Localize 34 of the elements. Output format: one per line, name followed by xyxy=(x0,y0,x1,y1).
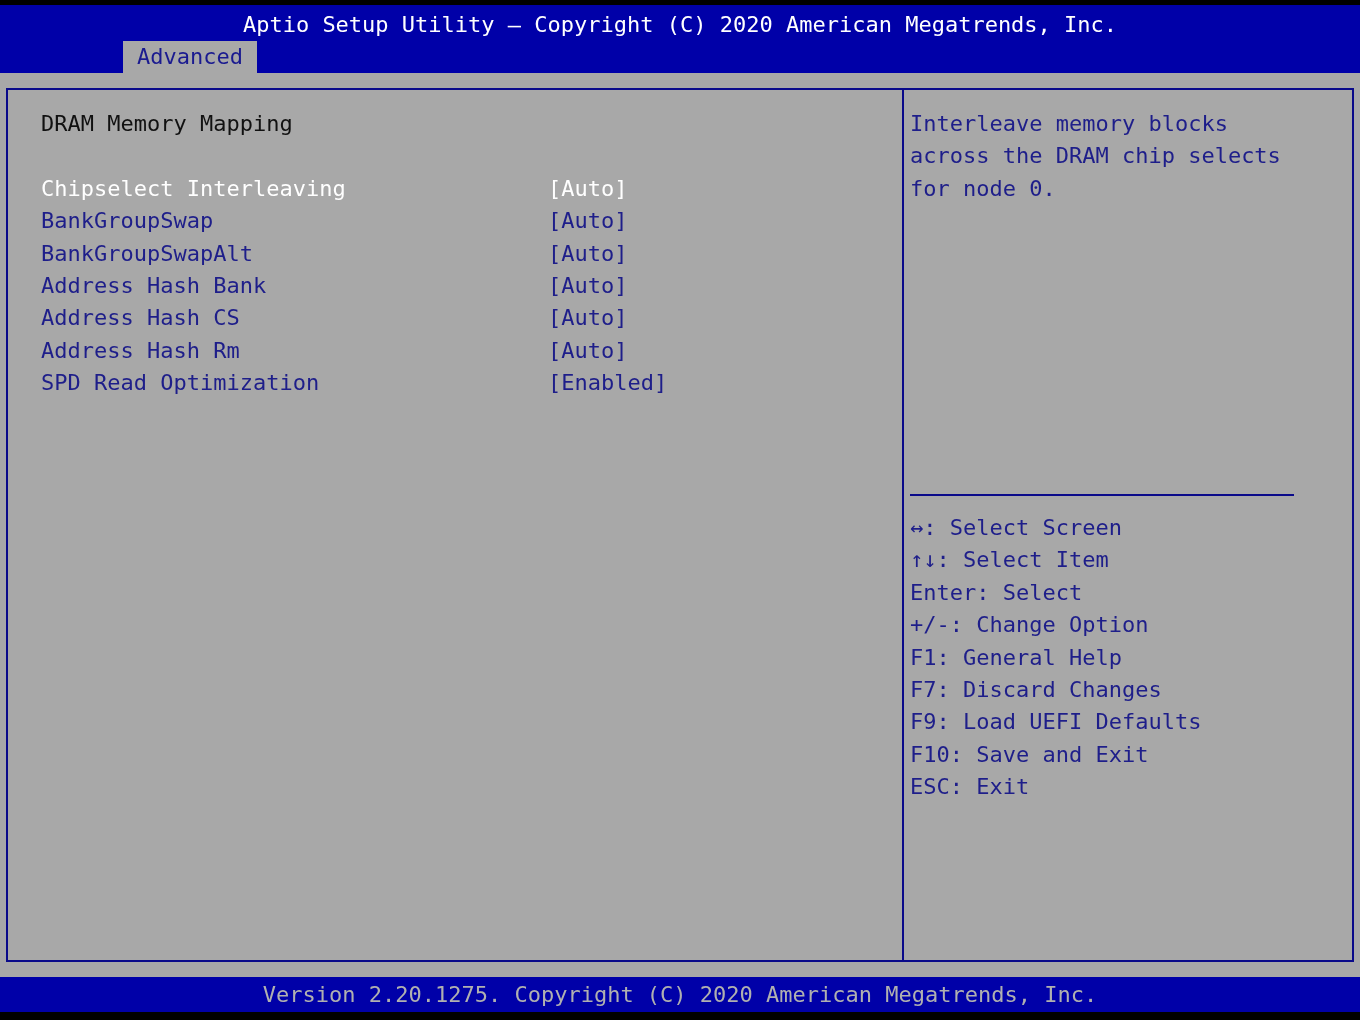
setting-label: SPD Read Optimization xyxy=(41,369,321,398)
setting-label: BankGroupSwap xyxy=(41,207,215,236)
setting-label: Chipselect Interleaving xyxy=(41,174,347,203)
key-help-line: ↑↓: Select Item xyxy=(910,546,1110,575)
setting-value: [Auto] xyxy=(548,207,628,236)
setting-row[interactable]: BankGroupSwapAlt [Auto] xyxy=(41,237,902,270)
key-help-line: Enter: Select xyxy=(910,578,1084,607)
key-help-line: F1: General Help xyxy=(910,643,1123,672)
setting-value: [Auto] xyxy=(548,336,628,365)
setting-value: [Auto] xyxy=(548,272,628,300)
key-help-line: ↔: Select Screen xyxy=(910,514,1123,542)
setting-label: BankGroupSwapAlt xyxy=(41,239,254,268)
section-title: DRAM Memory Mapping xyxy=(41,110,294,138)
setting-row[interactable]: Address Hash Rm [Auto] xyxy=(41,334,902,368)
setting-label: Address Hash CS xyxy=(41,304,241,333)
key-help-line: F7: Discard Changes xyxy=(910,676,1163,705)
setting-label: Address Hash Bank xyxy=(41,272,268,300)
version-text: Version 2.20.1275. Copyright (C) 2020 American Megatrends, Inc. xyxy=(262,982,1098,1007)
setting-row[interactable]: BankGroupSwap [Auto] xyxy=(41,205,902,238)
setting-row[interactable]: Address Hash Bank [Auto] xyxy=(41,270,902,303)
key-help-line: F9: Load UEFI Defaults xyxy=(910,708,1203,737)
key-help-line: +/-: Change Option xyxy=(910,611,1150,640)
menu-tab[interactable]: Advanced xyxy=(123,41,257,73)
setting-row[interactable]: SPD Read Optimization [Enabled] xyxy=(41,367,902,400)
help-text: Interleave memory blocks across the DRAM chip selects for node 0. xyxy=(910,108,1295,496)
key-help-line: ESC: Exit xyxy=(910,773,1031,802)
key-help-line: F10: Save and Exit xyxy=(910,740,1150,769)
setting-value: [Auto] xyxy=(548,174,628,203)
setting-value: [Auto] xyxy=(548,239,628,268)
setting-value: [Auto] xyxy=(548,304,628,333)
setting-label: Address Hash Rm xyxy=(41,336,241,365)
window-title: Aptio Setup Utility – Copyright (C) 2020 American Megatrends, Inc. xyxy=(241,11,1119,39)
setting-value: [Enabled] xyxy=(548,369,668,398)
setting-row[interactable]: Address Hash CS [Auto] xyxy=(41,302,902,335)
